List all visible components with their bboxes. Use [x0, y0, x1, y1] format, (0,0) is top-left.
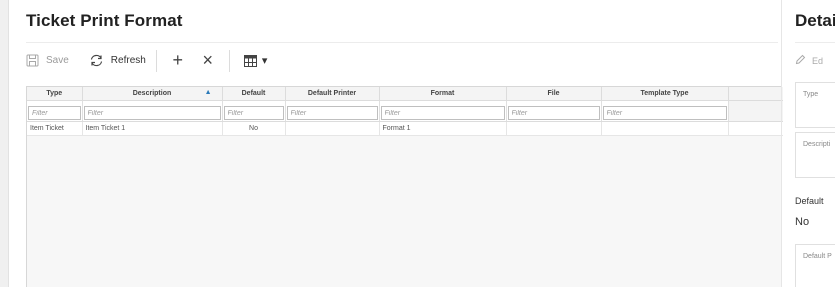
- ticket-format-grid: Type Description ▲ Default Default Print…: [26, 86, 783, 287]
- cell-type[interactable]: Item Ticket: [27, 121, 83, 136]
- toolbar-divider: [155, 49, 157, 72]
- column-header-description[interactable]: Description ▲: [82, 87, 223, 101]
- filter-spacer: [728, 100, 783, 122]
- close-icon: ×: [202, 50, 214, 70]
- pencil-icon: [795, 54, 806, 67]
- caret-down-icon: ▾: [261, 55, 268, 67]
- filter-row: [27, 100, 783, 122]
- refresh-icon: [89, 54, 104, 67]
- filter-cell: [27, 100, 83, 122]
- column-header-default-printer[interactable]: Default Printer: [285, 87, 380, 101]
- save-button[interactable]: Save: [26, 47, 69, 75]
- default-printer-field-label: Default P: [803, 253, 832, 260]
- delete-button[interactable]: ×: [197, 47, 219, 75]
- cell-default[interactable]: No: [222, 121, 286, 136]
- cell-file[interactable]: [506, 121, 602, 136]
- column-header-type[interactable]: Type: [27, 87, 83, 101]
- grid-view-icon: [243, 54, 257, 67]
- save-label: Save: [46, 55, 69, 66]
- left-edge-panel: [0, 0, 9, 287]
- add-button[interactable]: +: [167, 47, 189, 75]
- cell-template-type[interactable]: [601, 121, 729, 136]
- column-header-template-type[interactable]: Template Type: [601, 87, 729, 101]
- description-field-label: Descripti: [803, 141, 831, 148]
- column-header-file[interactable]: File: [506, 87, 602, 101]
- filter-input-default[interactable]: [223, 106, 284, 120]
- cell-format[interactable]: Format 1: [379, 121, 507, 136]
- refresh-label: Refresh: [110, 55, 146, 66]
- filter-input-file[interactable]: [507, 106, 600, 120]
- filter-cell: [82, 100, 223, 122]
- ticket-print-format-panel: Ticket Print Format Save Refresh + × ▾ T…: [9, 0, 783, 287]
- edit-label: Ed: [812, 55, 824, 66]
- plus-icon: +: [172, 50, 184, 70]
- filter-cell: [601, 100, 729, 122]
- page-title: Ticket Print Format: [26, 11, 183, 30]
- grid-view-menu-button[interactable]: ▾: [243, 47, 268, 75]
- filter-cell: [285, 100, 380, 122]
- row-spacer: [728, 121, 783, 136]
- filter-input-template-type[interactable]: [602, 106, 727, 120]
- column-header-spacer: [728, 87, 783, 101]
- table-row[interactable]: Item Ticket Item Ticket 1 No Format 1: [27, 121, 783, 136]
- filter-cell: [222, 100, 286, 122]
- header-row: Type Description ▲ Default Default Print…: [27, 87, 783, 101]
- grid-table: Type Description ▲ Default Default Print…: [27, 87, 783, 136]
- toolbar: Save Refresh + × ▾: [26, 42, 778, 78]
- filter-input-format[interactable]: [380, 106, 505, 120]
- type-field-label: Type: [803, 91, 819, 98]
- detail-title: Detai: [795, 11, 835, 30]
- toolbar-divider: [228, 49, 230, 72]
- default-field-label: Default: [795, 196, 824, 206]
- filter-input-type[interactable]: [28, 106, 81, 120]
- description-field[interactable]: Descripti: [795, 132, 835, 178]
- filter-cell: [506, 100, 602, 122]
- edit-button[interactable]: Ed: [795, 42, 835, 78]
- cell-description[interactable]: Item Ticket 1: [82, 121, 223, 136]
- column-header-format[interactable]: Format: [379, 87, 507, 101]
- cell-default-printer[interactable]: [285, 121, 380, 136]
- default-field-value: No: [795, 216, 810, 228]
- filter-input-default-printer[interactable]: [286, 106, 378, 120]
- default-printer-field[interactable]: Default P: [795, 244, 835, 287]
- refresh-button[interactable]: Refresh: [89, 47, 146, 75]
- filter-input-description[interactable]: [83, 106, 221, 120]
- sort-ascending-icon: ▲: [204, 89, 212, 96]
- detail-panel: Detai Ed Type Descripti Default No Defau…: [782, 0, 835, 287]
- filter-cell: [379, 100, 507, 122]
- save-icon: [26, 54, 39, 67]
- type-field[interactable]: Type: [795, 82, 835, 128]
- column-header-description-label: Description: [132, 89, 172, 97]
- column-header-default[interactable]: Default: [222, 87, 286, 101]
